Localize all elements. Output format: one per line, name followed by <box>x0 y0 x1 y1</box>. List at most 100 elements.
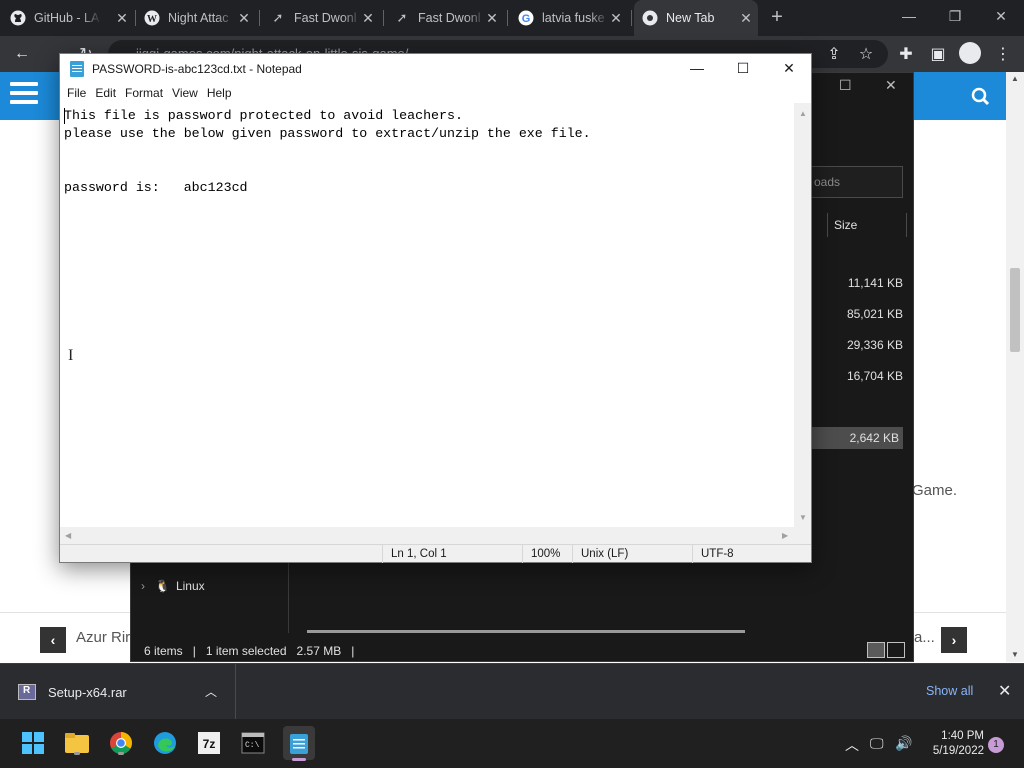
window-close-icon[interactable]: ✕ <box>981 4 1021 28</box>
windows-start-icon[interactable] <box>19 729 47 757</box>
item-count: 6 items <box>144 644 183 658</box>
file-size: 29,336 KB <box>846 338 903 352</box>
scroll-down-icon[interactable]: ▼ <box>799 513 807 522</box>
file-row[interactable]: .. 11,141 KB <box>803 272 903 294</box>
selection-size: 2.57 MB <box>296 644 342 658</box>
scrollbar-thumb[interactable] <box>1010 268 1020 352</box>
tray-chevron-up-icon[interactable]: ︿ <box>845 735 859 755</box>
close-icon[interactable]: ✕ <box>766 54 812 83</box>
window-title: PASSWORD-is-abc123cd.txt - Notepad <box>92 61 302 76</box>
horizontal-scrollbar[interactable]: ◀ ▶ <box>60 527 794 544</box>
browser-tab-strip: GitHub - LA ✕ W Night Attac ✕ ➚ Fast Dwo… <box>0 0 1024 36</box>
details-view-icon[interactable] <box>867 642 885 658</box>
file-row[interactable]: . 16,704 KB <box>803 365 903 387</box>
file-row[interactable]: 85,021 KB <box>803 303 903 325</box>
close-download-shelf-icon[interactable]: ✕ <box>998 681 1011 701</box>
side-panel-icon[interactable]: ▣ <box>926 42 950 66</box>
tab-label: Fast Dwonl <box>294 11 357 25</box>
extensions-puzzle-icon[interactable]: ✚ <box>894 42 918 66</box>
site-search-icon[interactable] <box>958 84 1004 110</box>
bookmark-star-icon[interactable]: ☆ <box>854 42 878 66</box>
file-row[interactable]: 29,336 KB <box>803 334 903 356</box>
tab-label: Night Attac <box>168 11 229 25</box>
nav-item-label: Linux <box>175 579 205 593</box>
volume-icon[interactable]: 🔊 <box>895 735 912 752</box>
menu-format[interactable]: Format <box>125 83 168 103</box>
status-divider: | <box>192 644 196 658</box>
tab-fast-download-1[interactable]: ➚ Fast Dwonl ✕ <box>262 0 380 36</box>
tab-night-attack[interactable]: W Night Attac ✕ <box>138 0 256 36</box>
download-item[interactable]: Setup-x64.rar ︿ <box>0 664 236 720</box>
scroll-up-icon[interactable]: ▲ <box>799 109 807 118</box>
close-tab-icon[interactable]: ✕ <box>236 10 252 26</box>
close-tab-icon[interactable]: ✕ <box>608 10 624 26</box>
window-minimize-icon[interactable]: — <box>889 4 929 28</box>
download-filename: Setup-x64.rar <box>48 685 127 700</box>
vertical-scrollbar[interactable]: ▲ ▼ <box>794 103 811 527</box>
edge-icon[interactable] <box>151 729 179 757</box>
tab-fast-download-2[interactable]: ➚ Fast Dwonl ✕ <box>386 0 504 36</box>
window-restore-icon[interactable]: ❐ <box>935 4 975 28</box>
text-editor-area[interactable]: This file is password protected to avoid… <box>60 103 794 527</box>
hamburger-menu-icon[interactable] <box>10 82 40 110</box>
network-icon[interactable]: 🖵 <box>870 735 884 752</box>
chrome-menu-icon[interactable]: ⋮ <box>991 42 1015 66</box>
terminal-icon[interactable]: C:\ <box>239 729 267 757</box>
tab-label: latvia fuske <box>542 11 605 25</box>
show-all-link[interactable]: Show all <box>926 684 973 698</box>
explorer-close-icon[interactable]: ✕ <box>885 77 897 94</box>
tab-separator <box>631 10 632 26</box>
chevron-up-icon[interactable]: ︿ <box>205 683 217 700</box>
close-tab-icon[interactable]: ✕ <box>484 10 500 26</box>
file-size: 16,704 KB <box>846 369 903 383</box>
notepad-taskbar-icon[interactable] <box>283 726 315 761</box>
tab-latvia[interactable]: G latvia fuske ✕ <box>510 0 628 36</box>
notepad-icon <box>70 60 84 77</box>
close-tab-icon[interactable]: ✕ <box>114 10 130 26</box>
next-post-title[interactable]: a... <box>914 629 935 646</box>
system-clock[interactable]: 1:40 PM 5/19/2022 <box>922 729 984 759</box>
new-tab-plus-icon[interactable]: + <box>766 6 788 28</box>
tiles-view-icon[interactable] <box>887 642 905 658</box>
scroll-down-icon[interactable]: ▼ <box>1011 650 1019 659</box>
svg-text:W: W <box>147 14 157 25</box>
running-indicator <box>74 752 80 755</box>
close-tab-icon[interactable]: ✕ <box>738 10 754 26</box>
nav-item-linux[interactable]: › 🐧 Linux <box>141 579 205 593</box>
share-icon[interactable]: ⇪ <box>822 42 846 66</box>
running-indicator <box>118 752 124 755</box>
close-tab-icon[interactable]: ✕ <box>360 10 376 26</box>
explorer-maximize-icon[interactable]: ☐ <box>839 77 852 94</box>
profile-avatar[interactable] <box>959 42 981 64</box>
clock-date: 5/19/2022 <box>932 745 984 757</box>
menu-help[interactable]: Help <box>207 83 237 103</box>
chevron-right-icon: › <box>141 579 145 593</box>
tab-github[interactable]: GitHub - LA ✕ <box>10 0 134 36</box>
scroll-left-icon[interactable]: ◀ <box>65 531 71 540</box>
explorer-horizontal-scrollbar[interactable] <box>307 630 745 633</box>
menu-file[interactable]: File <box>67 83 91 103</box>
file-explorer-icon[interactable] <box>63 729 91 757</box>
svg-text:7z: 7z <box>203 737 216 751</box>
7zip-icon[interactable]: 7z <box>195 729 223 757</box>
scroll-right-icon[interactable]: ▶ <box>782 531 788 540</box>
tab-new-tab[interactable]: New Tab ✕ <box>634 0 758 36</box>
notepad-titlebar[interactable]: PASSWORD-is-abc123cd.txt - Notepad — ☐ ✕ <box>60 54 811 83</box>
chrome-taskbar-icon[interactable] <box>107 729 135 757</box>
minimize-icon[interactable]: — <box>674 54 720 83</box>
scroll-up-icon[interactable]: ▲ <box>1011 74 1019 83</box>
menu-edit[interactable]: Edit <box>95 83 121 103</box>
back-arrow-icon[interactable]: ← <box>10 42 34 66</box>
menu-view[interactable]: View <box>172 83 203 103</box>
document-text[interactable]: This file is password protected to avoid… <box>64 107 591 197</box>
next-post-arrow-icon[interactable]: › <box>941 627 967 653</box>
previous-post-arrow-icon[interactable]: ‹ <box>40 627 66 653</box>
notification-badge[interactable]: 1 <box>988 737 1004 753</box>
maximize-icon[interactable]: ☐ <box>720 54 766 83</box>
explorer-search-input[interactable]: oads <box>809 166 903 198</box>
cursor-position: Ln 1, Col 1 <box>382 545 522 563</box>
previous-post-title[interactable]: Azur Rir <box>76 629 130 646</box>
page-scrollbar[interactable]: ▲ ▼ <box>1006 72 1024 662</box>
size-column-header[interactable]: Size <box>827 213 907 237</box>
file-row-selected[interactable]: 2,642 KB <box>803 427 903 449</box>
